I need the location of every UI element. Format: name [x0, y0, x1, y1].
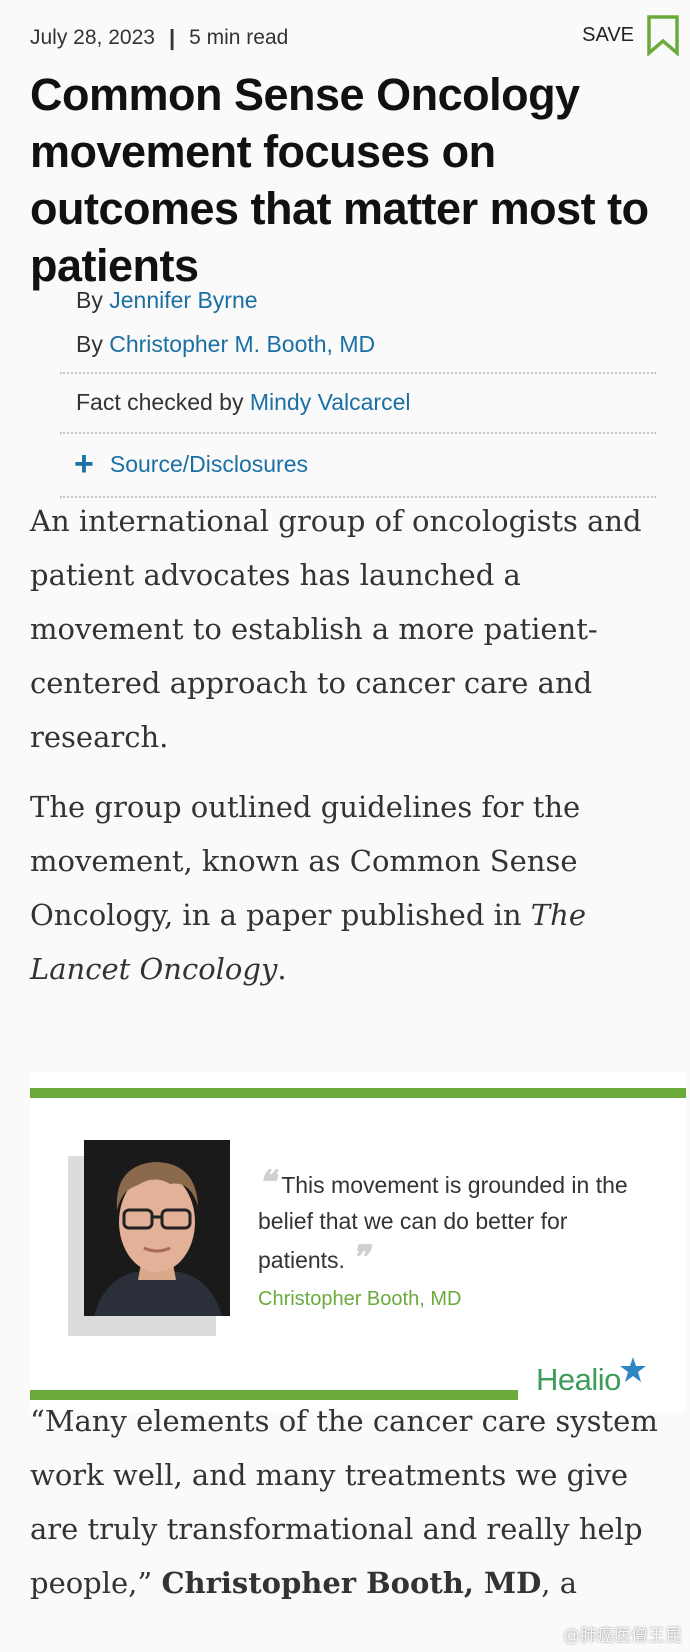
- fact-check-row: Fact checked by Mindy Valcarcel: [60, 374, 656, 432]
- author-row: By Christopher M. Booth, MD: [60, 322, 656, 366]
- quote-attribution: Christopher Booth, MD: [258, 1288, 462, 1310]
- quote-text: ❝ This movement is grounded in the belie…: [258, 1164, 628, 1275]
- by-prefix: By: [76, 331, 103, 357]
- read-time: 5 min read: [189, 26, 289, 49]
- author-photo: [84, 1140, 230, 1316]
- meta-separator: |: [168, 25, 176, 50]
- source-disclosures-label: Source/Disclosures: [109, 451, 308, 477]
- source-disclosures-toggle[interactable]: + Source/Disclosures: [60, 434, 656, 496]
- close-quote-icon: ❞: [351, 1239, 369, 1275]
- bookmark-icon: [647, 15, 679, 56]
- save-button[interactable]: SAVE: [582, 14, 680, 56]
- pull-quote-figure: ❝ This movement is grounded in the belie…: [30, 1072, 686, 1412]
- watermark: @肺癌医僧王昆: [563, 1626, 682, 1646]
- paragraph-1: An international group of oncologists an…: [30, 504, 642, 754]
- fact-checker-link[interactable]: Mindy Valcarcel: [250, 389, 411, 415]
- fact-check-prefix: Fact checked by: [76, 389, 244, 415]
- healio-logo: Healio: [536, 1357, 647, 1398]
- plus-icon: +: [74, 445, 94, 483]
- star-icon: [619, 1357, 646, 1382]
- accent-bar-top: [30, 1088, 686, 1098]
- paragraph-3: “Many elements of the cancer care system…: [30, 1404, 658, 1600]
- author-row: By Jennifer Byrne: [60, 278, 656, 322]
- author-link-christopher-booth[interactable]: Christopher M. Booth, MD: [109, 331, 375, 357]
- paragraph-2: The group outlined guidelines for the mo…: [30, 790, 586, 986]
- by-prefix: By: [76, 287, 103, 313]
- open-quote-icon: ❝: [258, 1164, 276, 1200]
- author-link-jennifer-byrne[interactable]: Jennifer Byrne: [109, 287, 257, 313]
- byline-box: By Jennifer Byrne By Christopher M. Boot…: [60, 278, 656, 498]
- save-label: SAVE: [582, 23, 634, 46]
- article-headline: Common Sense Oncology movement focuses o…: [30, 69, 649, 291]
- publish-date: July 28, 2023: [30, 26, 155, 49]
- person-name: Christopher Booth, MD: [161, 1566, 542, 1600]
